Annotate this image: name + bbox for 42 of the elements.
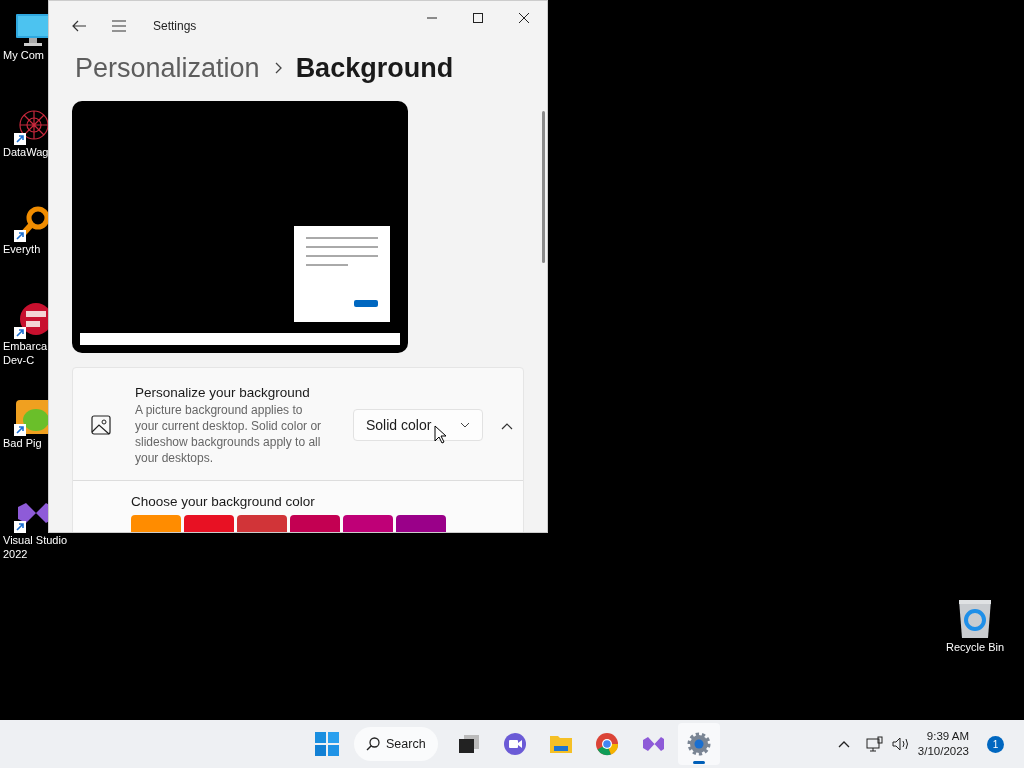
- scrollbar-thumb[interactable]: [542, 111, 545, 263]
- icon-label: Embarca: [2, 339, 48, 353]
- pig-icon[interactable]: [14, 398, 48, 436]
- icon-label: Bad Pig: [2, 436, 42, 450]
- gear-icon: [687, 732, 711, 756]
- maximize-icon: [472, 13, 484, 23]
- setting-description: A picture background applies to your current desktop. Solid color or slideshow backgrounds apply to all your desktops.: [135, 402, 323, 466]
- chat-icon: [503, 732, 527, 756]
- icon-label: My Com: [2, 48, 44, 62]
- icon-label: Everyth: [2, 242, 41, 256]
- chevron-icon: [273, 62, 282, 74]
- clock-date: 3/10/2023: [917, 744, 969, 759]
- volume-icon: [891, 736, 910, 752]
- clock-time: 9:39 AM: [925, 729, 969, 744]
- window-title: Settings: [153, 18, 197, 35]
- caret-icon: [460, 422, 470, 428]
- background-dropdown[interactable]: Solid color: [353, 409, 483, 441]
- menu-icon: [111, 20, 127, 32]
- picture-icon: [91, 415, 111, 435]
- windows-icon: [315, 732, 339, 756]
- chevron-up-icon: [501, 421, 513, 430]
- notification-badge[interactable]: 1: [987, 735, 1004, 753]
- icon-label: Dev-C: [2, 353, 35, 367]
- network-icon: [865, 736, 884, 752]
- setting-title: Personalize your background: [135, 384, 311, 402]
- search-icon: [366, 737, 380, 751]
- icon-label: DataWag: [2, 145, 49, 159]
- icon-label: Visual Studio: [2, 533, 67, 547]
- icon-label: 2022: [2, 547, 28, 561]
- browser-icon: [595, 732, 619, 756]
- cursor-icon: [434, 425, 446, 444]
- page-title: Background: [295, 51, 454, 85]
- search-button[interactable]: Search: [354, 727, 438, 761]
- volume-button[interactable]: [891, 736, 910, 752]
- back-icon: [71, 19, 87, 33]
- breadcrumb-link[interactable]: Personalization: [75, 47, 260, 89]
- chevron-up-icon: [837, 740, 850, 748]
- task-view-icon: [457, 732, 481, 756]
- section-title: Choose your background color: [131, 493, 316, 511]
- active-indicator: [693, 761, 705, 764]
- icon-label: Recycle Bin: [945, 640, 1005, 654]
- close-icon: [518, 13, 530, 23]
